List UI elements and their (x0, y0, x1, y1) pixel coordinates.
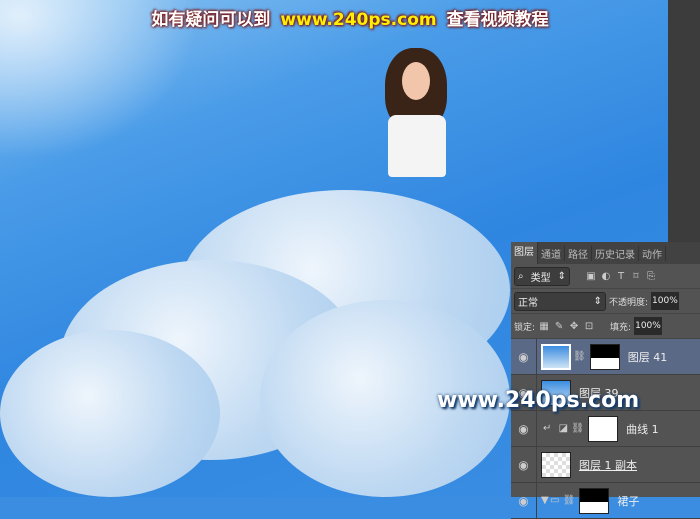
eye-icon[interactable]: ◉ (511, 411, 537, 446)
search-icon: ⌕ (518, 270, 524, 282)
chevron-updown-icon: ⇕ (593, 295, 602, 307)
tab-layers[interactable]: 图层 (511, 242, 538, 264)
blend-row: 正常 ⇕ 不透明度: 100% (511, 289, 700, 314)
lock-move-icon[interactable]: ✥ (568, 321, 580, 332)
filter-label: 类型 (530, 272, 551, 284)
layers-panel: 图层 通道 路径 历史记录 动作 ⌕ 类型 ⇕ ▣ ◐ T ⌑ ⎘ 正常 ⇕ 不透明度… (511, 242, 700, 519)
eye-icon[interactable]: ◉ (511, 339, 537, 374)
layer-thumbnail (541, 343, 571, 370)
banner-right: 查看视频教程 (446, 10, 549, 30)
opacity-label: 不透明度: (609, 297, 649, 308)
fill-input[interactable]: 100% (634, 317, 662, 335)
layer-name: 图层 41 (627, 350, 668, 364)
chevron-updown-icon: ⇕ (557, 270, 566, 282)
lock-brush-icon[interactable]: ✎ (553, 321, 565, 332)
clip-arrow-icon: ↵ (543, 423, 552, 434)
tab-history[interactable]: 历史记录 (592, 245, 639, 261)
filter-row: ⌕ 类型 ⇕ ▣ ◐ T ⌑ ⎘ (511, 264, 700, 289)
layer-mask-thumbnail[interactable] (589, 343, 620, 370)
lock-row: 锁定: ▦ ✎ ✥ ⊡ 填充: 100% (511, 314, 700, 339)
banner-left: 如有疑问可以到 (151, 10, 271, 30)
lock-label: 锁定: (514, 322, 536, 333)
smart-object-filter-icon[interactable]: ⎘ (645, 271, 657, 282)
image-filter-icon[interactable]: ▣ (585, 271, 597, 282)
filter-select[interactable]: ⌕ 类型 ⇕ (514, 266, 570, 286)
woman-face (402, 62, 430, 100)
layer-name: 图层 1 副本 (579, 458, 637, 472)
fill-label: 填充: (610, 322, 632, 333)
layer-mask-thumbnail[interactable] (588, 415, 619, 442)
blend-mode-value: 正常 (518, 297, 538, 309)
blend-mode-select[interactable]: 正常 ⇕ (514, 291, 606, 311)
watermark: www.240ps.com (437, 388, 640, 413)
curves-icon: ◪ (558, 423, 569, 434)
layer-name: 裙子 (617, 494, 640, 508)
link-icon: ⛓ (571, 423, 585, 434)
tab-paths[interactable]: 路径 (565, 245, 592, 261)
shape-filter-icon[interactable]: ⌑ (630, 271, 642, 282)
type-filter-icon[interactable]: T (615, 271, 627, 282)
layer-mask-thumbnail[interactable] (579, 487, 610, 514)
link-icon: ⛓ (573, 351, 586, 362)
layer-name: 曲线 1 (626, 422, 659, 436)
tab-channels[interactable]: 通道 (538, 245, 565, 261)
layer-item[interactable]: ◉ ↵ ◪ ⛓ 曲线 1 (511, 411, 700, 447)
layer-thumbnail (541, 451, 571, 478)
woman-dress-top (388, 115, 446, 177)
lock-transparency-icon[interactable]: ▦ (538, 321, 550, 332)
opacity-input[interactable]: 100% (651, 292, 679, 310)
workspace-background (668, 0, 700, 242)
lock-all-icon[interactable]: ⊡ (583, 321, 595, 332)
adjustment-filter-icon[interactable]: ◐ (600, 271, 612, 282)
eye-icon[interactable]: ◉ (511, 483, 537, 518)
cloud (0, 330, 220, 497)
banner: 如有疑问可以到 www.240ps.com 查看视频教程 (0, 5, 700, 30)
layer-item[interactable]: ◉ 图层 1 副本 (511, 447, 700, 483)
layer-item[interactable]: ◉ ▼ ▭ ⛓ 裙子 (511, 483, 700, 519)
eye-icon[interactable]: ◉ (511, 447, 537, 482)
banner-url: www.240ps.com (280, 10, 437, 30)
tab-actions[interactable]: 动作 (639, 245, 666, 261)
layer-item[interactable]: ◉ ⛓ 图层 41 (511, 339, 700, 375)
panel-tabs: 图层 通道 路径 历史记录 动作 (511, 242, 700, 264)
